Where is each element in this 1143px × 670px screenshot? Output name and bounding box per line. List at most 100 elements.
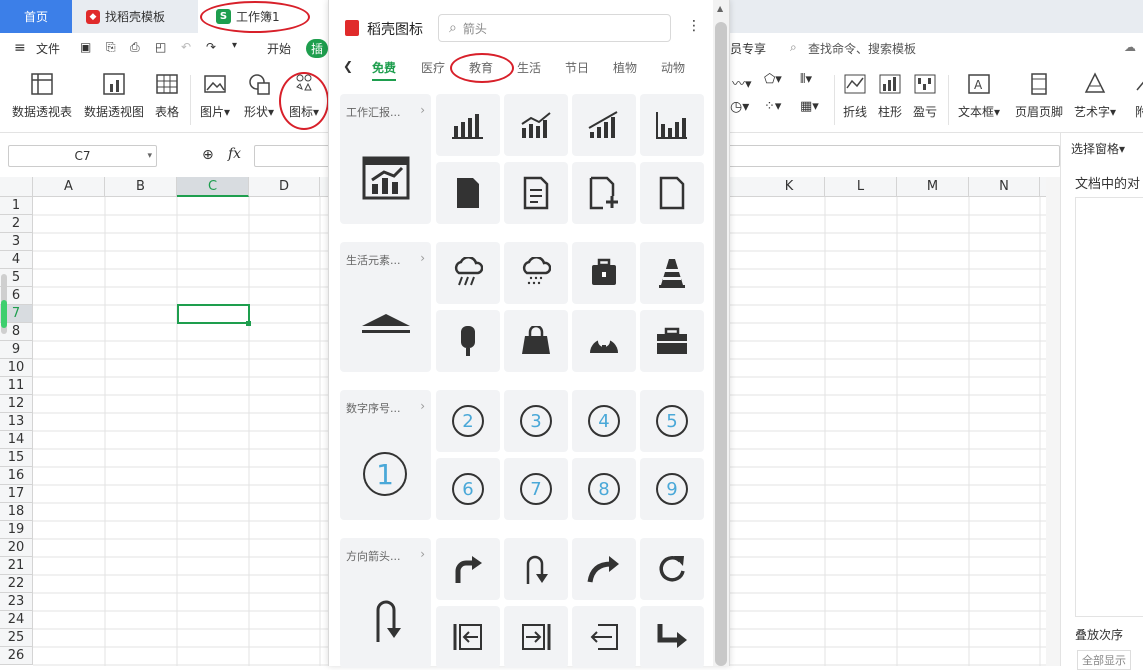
icon-tile[interactable] bbox=[504, 310, 568, 372]
column-header-m[interactable]: M bbox=[897, 177, 969, 197]
save-icon[interactable]: ▣ bbox=[80, 40, 91, 54]
zoom-icon[interactable]: ⊕ bbox=[202, 147, 214, 163]
print-icon[interactable]: ⎙ bbox=[130, 40, 140, 55]
command-search[interactable]: 查找命令、搜索模板 bbox=[808, 40, 916, 57]
radar-chart-dropdown-icon[interactable]: ⬠▾ bbox=[764, 72, 782, 87]
table-button[interactable]: 表格 bbox=[154, 71, 180, 120]
icon-tile[interactable]: 3 bbox=[504, 390, 568, 452]
column-header-a[interactable]: A bbox=[33, 177, 105, 197]
attach-button[interactable]: 附 bbox=[1128, 71, 1143, 120]
icon-tile[interactable] bbox=[640, 94, 704, 156]
row-header-15[interactable]: 15 bbox=[0, 449, 33, 467]
row-header-19[interactable]: 19 bbox=[0, 521, 33, 539]
wordart-button[interactable]: 艺术字▾ bbox=[1074, 71, 1116, 120]
icon-tile[interactable] bbox=[572, 538, 636, 600]
icon-tile[interactable] bbox=[436, 242, 500, 304]
row-header-9[interactable]: 9 bbox=[0, 341, 33, 359]
icon-tile[interactable] bbox=[436, 606, 500, 668]
header-footer-button[interactable]: 页眉页脚 bbox=[1015, 71, 1063, 120]
stock-chart-dropdown-icon[interactable]: ⫴▾ bbox=[800, 72, 812, 87]
icon-tile[interactable]: 8 bbox=[572, 458, 636, 520]
icon-tile[interactable] bbox=[504, 94, 568, 156]
combo-chart-dropdown-icon[interactable]: ▦▾ bbox=[800, 99, 819, 114]
active-cell[interactable] bbox=[177, 304, 250, 324]
name-box[interactable]: C7 ▾ bbox=[8, 145, 157, 167]
icon-tile[interactable] bbox=[504, 242, 568, 304]
row-header-1[interactable]: 1 bbox=[0, 197, 33, 215]
icon-tile[interactable] bbox=[572, 606, 636, 668]
row-header-10[interactable]: 10 bbox=[0, 359, 33, 377]
category-free[interactable]: 免费 bbox=[372, 59, 397, 81]
section-card-life-elements[interactable]: 生活元素... › bbox=[340, 242, 431, 372]
picture-button[interactable]: 图片▾ bbox=[200, 71, 230, 120]
column-header-d[interactable]: D bbox=[249, 177, 320, 197]
row-header-2[interactable]: 2 bbox=[0, 215, 33, 233]
icon-tile[interactable]: 4 bbox=[572, 390, 636, 452]
category-animal[interactable]: 动物 bbox=[661, 59, 685, 76]
scatter-chart-dropdown-icon[interactable]: ⁘▾ bbox=[764, 99, 781, 114]
section-card-arrows[interactable]: 方向箭头... › bbox=[340, 538, 431, 668]
quick-dropdown-icon[interactable]: ▾ bbox=[232, 40, 237, 51]
row-header-3[interactable]: 3 bbox=[0, 233, 33, 251]
icon-tile[interactable]: 5 bbox=[640, 390, 704, 452]
fx-icon[interactable]: fx bbox=[228, 146, 241, 162]
icon-tile[interactable] bbox=[640, 242, 704, 304]
icon-tile[interactable] bbox=[436, 162, 500, 224]
row-header-24[interactable]: 24 bbox=[0, 611, 33, 629]
icon-tile[interactable] bbox=[504, 162, 568, 224]
category-medical[interactable]: 医疗 bbox=[421, 59, 445, 76]
textbox-button[interactable]: A 文本框▾ bbox=[958, 71, 1000, 120]
file-menu[interactable]: 文件 bbox=[36, 40, 60, 57]
more-icon[interactable]: ⋮ bbox=[687, 18, 701, 34]
section-card-numbers[interactable]: 数字序号... › 1 bbox=[340, 390, 431, 520]
icon-tile[interactable] bbox=[504, 538, 568, 600]
column-header-l[interactable]: L bbox=[825, 177, 897, 197]
member-menu[interactable]: 员专享 bbox=[730, 40, 766, 57]
show-all-button[interactable]: 全部显示 bbox=[1077, 650, 1131, 670]
icon-tile[interactable] bbox=[572, 242, 636, 304]
icon-tile[interactable]: 2 bbox=[436, 390, 500, 452]
row-header-4[interactable]: 4 bbox=[0, 251, 33, 269]
row-header-25[interactable]: 25 bbox=[0, 629, 33, 647]
panel-scrollbar[interactable]: ▲ bbox=[713, 0, 729, 666]
section-card-work-report[interactable]: 工作汇报... › bbox=[340, 94, 431, 224]
icon-tile[interactable]: 9 bbox=[640, 458, 704, 520]
chevron-left-icon[interactable]: ❮ bbox=[343, 59, 353, 73]
row-header-17[interactable]: 17 bbox=[0, 485, 33, 503]
icon-tile[interactable] bbox=[572, 94, 636, 156]
column-header-b[interactable]: B bbox=[105, 177, 177, 197]
icon-tile[interactable] bbox=[436, 538, 500, 600]
tab-start[interactable]: 开始 bbox=[267, 40, 291, 57]
row-header-22[interactable]: 22 bbox=[0, 575, 33, 593]
tab-insert[interactable]: 插 bbox=[306, 39, 329, 58]
shape-button[interactable]: 形状▾ bbox=[244, 71, 274, 120]
category-plant[interactable]: 植物 bbox=[613, 59, 637, 76]
tab-template[interactable]: ◆ 找稻壳模板 bbox=[74, 0, 198, 33]
icon-tile[interactable] bbox=[572, 310, 636, 372]
select-all-corner[interactable] bbox=[0, 177, 33, 197]
row-header-20[interactable]: 20 bbox=[0, 539, 33, 557]
row-header-13[interactable]: 13 bbox=[0, 413, 33, 431]
column-header-n[interactable]: N bbox=[969, 177, 1040, 197]
preview-icon[interactable]: ◰ bbox=[155, 40, 166, 54]
line-chart-dropdown-icon[interactable]: 〰▾ bbox=[732, 73, 752, 92]
scroll-up-icon[interactable]: ▲ bbox=[717, 4, 723, 13]
icon-tile[interactable] bbox=[436, 310, 500, 372]
pivot-table-button[interactable]: 数据透视表 bbox=[12, 71, 72, 120]
fill-handle[interactable] bbox=[246, 321, 251, 326]
icon-tile[interactable] bbox=[572, 162, 636, 224]
select-pane-button[interactable]: 选择窗格▾ bbox=[1071, 140, 1125, 157]
icon-tile[interactable] bbox=[640, 310, 704, 372]
category-life[interactable]: 生活 bbox=[517, 59, 541, 76]
tab-home[interactable]: 首页 bbox=[0, 0, 72, 33]
icon-search-input[interactable]: ⌕ 箭头 bbox=[438, 14, 671, 42]
row-header-11[interactable]: 11 bbox=[0, 377, 33, 395]
row-header-18[interactable]: 18 bbox=[0, 503, 33, 521]
row-header-14[interactable]: 14 bbox=[0, 431, 33, 449]
icon-tile[interactable] bbox=[640, 606, 704, 668]
column-header-c[interactable]: C bbox=[177, 177, 249, 197]
undo-icon[interactable]: ↶ bbox=[181, 40, 191, 54]
export-icon[interactable]: ⎘ bbox=[106, 40, 116, 55]
sparkline-winloss-button[interactable]: 盈亏 bbox=[912, 71, 938, 120]
row-header-26[interactable]: 26 bbox=[0, 647, 33, 665]
